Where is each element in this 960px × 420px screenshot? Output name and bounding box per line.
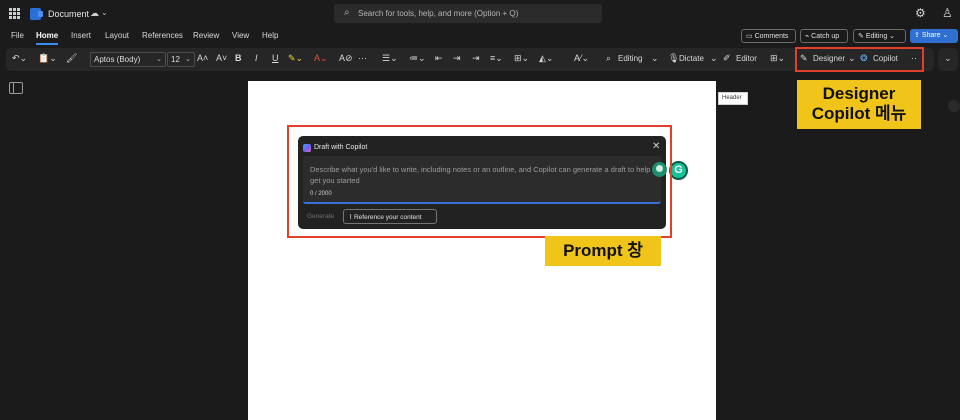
menu-layout[interactable]: Layout [105,31,129,40]
menu-file[interactable]: File [11,31,24,40]
font-color-icon[interactable]: A⌄ [314,53,328,64]
menu-insert[interactable]: Insert [71,31,91,40]
chevron-down-icon: ⌄ [156,56,162,63]
add-ins-icon[interactable]: ⊞⌄ [770,53,785,64]
chevron-down-icon[interactable]: ⌄ [101,8,108,17]
comments-button[interactable]: ▭ Comments [741,29,796,43]
highlight-icon[interactable]: ✎⌄ [288,53,303,64]
styles-icon[interactable]: A⁄⌄ [574,53,589,64]
editor-button[interactable]: Editor [736,54,757,63]
menu-references[interactable]: References [142,31,183,40]
designer-highlight-box [795,47,924,72]
font-name-select[interactable]: Aptos (Body) ⌄ [90,52,166,67]
app-launcher-icon[interactable] [9,8,20,19]
menu-help[interactable]: Help [262,31,278,40]
format-painter-icon[interactable]: 🖌 [66,53,77,64]
designer-callout-line2: Copilot 메뉴 [811,103,907,123]
editing-dropdown[interactable]: Editing [618,54,642,63]
font-size-select[interactable]: 12 ⌄ [167,52,195,67]
chevron-down-icon: ⌄ [185,56,191,63]
share-label: Share [921,32,941,39]
pencil-icon: ✎ [858,33,866,40]
document-title[interactable]: Document [48,9,89,19]
more-icon[interactable]: ··· [358,53,367,63]
bold-icon[interactable]: B [235,53,242,63]
grow-font-icon[interactable]: A˄ [197,53,208,63]
search-box[interactable]: ⌕ Search for tools, help, and more (Opti… [334,4,602,23]
comment-icon: ▭ [746,33,755,40]
share-button[interactable]: ⇪ Share ⌄ [910,29,958,43]
editor-icon[interactable]: ✐ [723,53,731,64]
active-tab-indicator [36,43,58,45]
increase-indent-2-icon[interactable]: ⇥ [472,53,480,64]
catch-up-label: Catch up [811,33,840,40]
underline-icon[interactable]: U [272,53,279,63]
increase-indent-icon[interactable]: ⇥ [453,53,461,64]
chevron-down-icon: ⌄ [944,53,952,63]
chevron-down-icon[interactable]: ⌄ [710,53,718,64]
header-tooltip: Header [718,92,748,105]
word-logo-icon [30,8,43,20]
title-bar: Document ☁ ⌄ ⌕ Search for tools, help, a… [0,0,960,28]
chevron-down-icon[interactable]: ⌄ [651,53,659,64]
align-icon[interactable]: ≡⌄ [490,53,503,64]
font-size-value: 12 [171,55,180,64]
shrink-font-icon[interactable]: A˅ [216,53,227,63]
microphone-icon[interactable]: 🎙 [668,53,679,64]
account-icon[interactable]: ♙ [942,6,953,20]
find-icon[interactable]: ⌕ [606,53,611,64]
clear-formatting-icon[interactable]: A⊘ [339,53,353,64]
share-icon: ⇪ [914,32,922,39]
gear-icon[interactable]: ⚙ [915,6,926,20]
designer-callout: Designer Copilot 메뉴 [797,80,921,129]
cloud-save-icon[interactable]: ☁ [90,8,99,19]
menu-review[interactable]: Review [193,31,219,40]
menu-home[interactable]: Home [36,31,58,40]
clipboard-icon[interactable]: 📋⌄ [38,53,57,64]
bullets-icon[interactable]: ☰⌄ [382,53,398,64]
shading-icon[interactable]: ◭⌄ [539,53,553,64]
side-pane-icon[interactable] [948,100,960,112]
menu-view[interactable]: View [232,31,249,40]
decrease-indent-icon[interactable]: ⇤ [435,53,443,64]
borders-icon[interactable]: ⊞⌄ [514,53,529,64]
editing-label: Editing [865,33,888,40]
ribbon-collapse[interactable]: ⌄ [938,48,958,71]
numbering-icon[interactable]: ≔⌄ [409,53,426,64]
dictate-button[interactable]: Dictate [679,54,704,63]
prompt-callout: Prompt 창 [545,236,661,266]
undo-icon[interactable]: ↶⌄ [12,53,27,64]
font-name-value: Aptos (Body) [94,55,141,64]
search-placeholder: Search for tools, help, and more (Option… [358,9,519,18]
search-icon: ⌕ [344,7,350,18]
navigation-pane-icon[interactable] [9,82,23,94]
italic-icon[interactable]: I [255,53,258,63]
catch-up-button[interactable]: ⌁ Catch up [800,29,848,43]
editing-mode-button[interactable]: ✎ Editing ⌄ [853,29,906,43]
prompt-highlight-box [287,125,672,238]
designer-callout-line1: Designer [822,84,896,103]
comments-label: Comments [754,33,789,40]
